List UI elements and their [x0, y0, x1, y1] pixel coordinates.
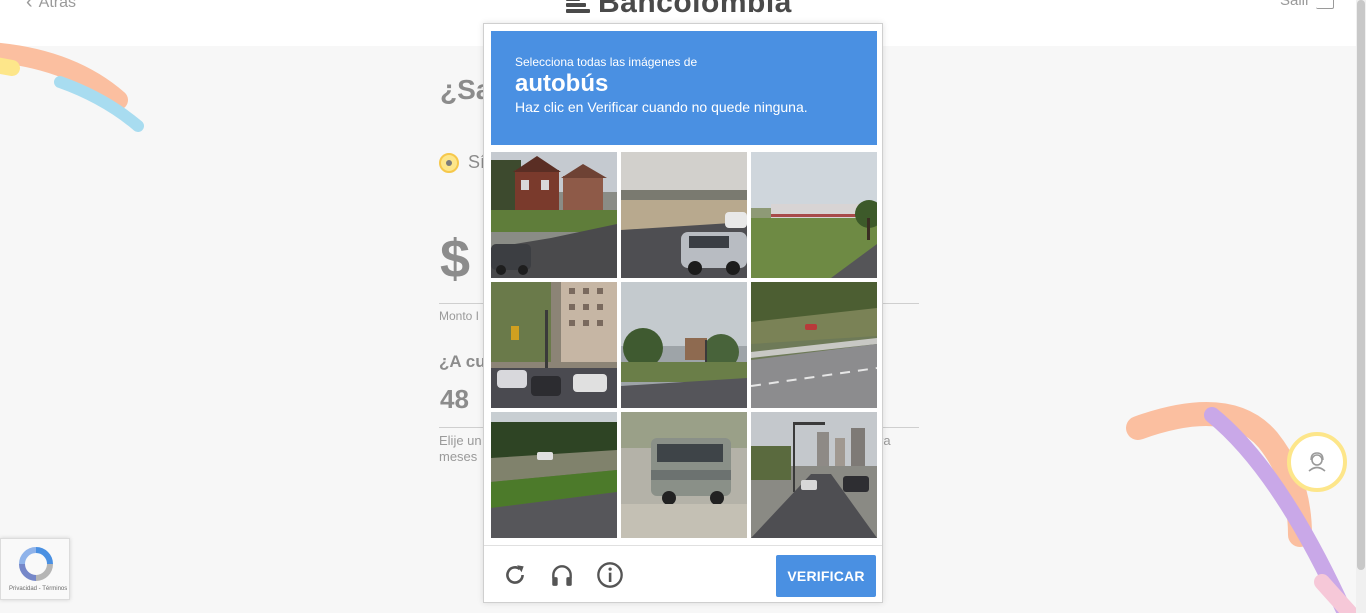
challenge-header: Selecciona todas las imágenes de autobús… [491, 31, 877, 145]
exit-link[interactable]: Salir [1280, 0, 1335, 9]
tile-image-field-building [751, 152, 877, 278]
tile-image-houses-street [491, 152, 617, 278]
challenge-target: autobús [515, 70, 609, 97]
challenge-tile-8[interactable] [621, 412, 747, 538]
exit-icon [1316, 0, 1335, 9]
term-value[interactable]: 48 [440, 384, 469, 415]
tile-image-parked-cars [621, 152, 747, 278]
info-icon [597, 562, 623, 588]
reload-icon [506, 565, 524, 584]
radio-yes[interactable]: Sí [439, 152, 485, 173]
chevron-left-icon: ‹ [26, 0, 33, 13]
assistant-agent-icon [1308, 452, 1326, 472]
tile-image-highway-trees [491, 412, 617, 538]
tile-image-city-street [751, 412, 877, 538]
recaptcha-legal[interactable]: Privacidad - Términos [9, 586, 67, 592]
back-link[interactable]: ‹ Atrás [26, 0, 76, 14]
challenge-tile-5[interactable] [621, 282, 747, 408]
challenge-image-grid [491, 152, 877, 538]
brand-logo: Bancolombia [566, 0, 792, 20]
tile-image-highway-guardrail [751, 282, 877, 408]
page-scrollbar[interactable] [1356, 0, 1366, 613]
reload-button[interactable] [500, 560, 530, 590]
brand-mark-icon [566, 0, 590, 13]
tile-image-trees-road [621, 282, 747, 408]
scrollbar-thumb[interactable] [1357, 0, 1365, 570]
brand-name: Bancolombia [598, 0, 792, 19]
challenge-tile-2[interactable] [621, 152, 747, 278]
challenge-tile-9[interactable] [751, 412, 877, 538]
challenge-tile-7[interactable] [491, 412, 617, 538]
amount-hint: Monto I [439, 309, 480, 323]
verify-button[interactable]: VERIFICAR [776, 555, 876, 597]
radio-selected-indicator[interactable] [439, 152, 459, 173]
challenge-intro: Selecciona todas las imágenes de [515, 55, 698, 69]
challenge-tile-1[interactable] [491, 152, 617, 278]
challenge-tile-3[interactable] [751, 152, 877, 278]
recaptcha-logo-icon [19, 547, 53, 581]
challenge-instruction: Haz clic en Verificar cuando no quede ni… [515, 99, 808, 115]
term-hint: Elije un meses [439, 433, 482, 464]
audio-challenge-button[interactable] [547, 560, 577, 590]
challenge-tile-6[interactable] [751, 282, 877, 408]
assistant-button[interactable] [1287, 432, 1347, 492]
tile-image-intersection-cars [491, 282, 617, 408]
recaptcha-challenge: Selecciona todas las imágenes de autobús… [483, 23, 883, 603]
back-label: Atrás [38, 0, 77, 11]
exit-label: Salir [1280, 0, 1311, 9]
challenge-footer: VERIFICAR [484, 545, 882, 603]
tile-image-bus [621, 412, 747, 538]
help-button[interactable] [595, 560, 625, 590]
headphones-icon [552, 565, 572, 586]
recaptcha-badge[interactable]: Privacidad - Términos [0, 538, 70, 600]
challenge-tile-4[interactable] [491, 282, 617, 408]
